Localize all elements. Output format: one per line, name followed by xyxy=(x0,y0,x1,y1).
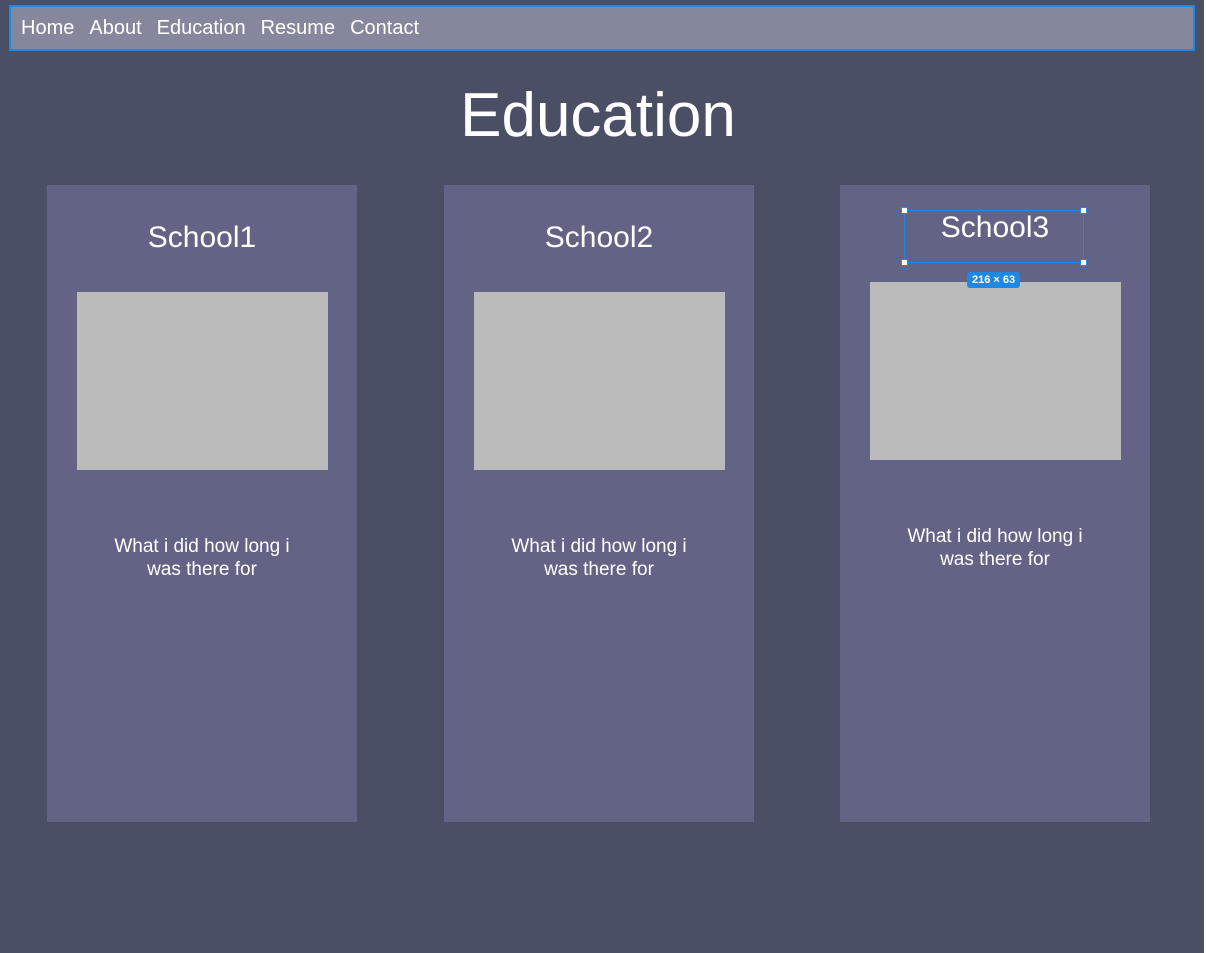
design-canvas: Home About Education Resume Contact Educ… xyxy=(0,0,1204,953)
page-title: Education xyxy=(460,81,736,150)
school-card-description: What i did how long i was there for xyxy=(907,526,1083,570)
school-card-description: What i did how long i was there for xyxy=(511,536,687,580)
nav-item-resume[interactable]: Resume xyxy=(261,18,335,38)
nav-item-about[interactable]: About xyxy=(89,18,141,38)
school-card-1[interactable]: School1 What i did how long i was there … xyxy=(47,185,357,822)
school-image-placeholder xyxy=(870,282,1121,460)
resize-handle-bottom-right[interactable] xyxy=(1080,259,1087,266)
size-badge: 216 × 63 xyxy=(967,272,1021,288)
resize-handle-bottom-left[interactable] xyxy=(901,259,908,266)
school-card-title: School1 xyxy=(147,221,257,254)
nav-bar[interactable]: Home About Education Resume Contact xyxy=(9,5,1195,51)
school-card-2[interactable]: School2 What i did how long i was there … xyxy=(444,185,754,822)
school-card-description: What i did how long i was there for xyxy=(114,536,290,580)
nav-item-contact[interactable]: Contact xyxy=(350,18,419,38)
nav-item-education[interactable]: Education xyxy=(157,18,246,38)
school-image-placeholder xyxy=(77,292,328,470)
school-card-title: School2 xyxy=(544,221,654,254)
nav-item-home[interactable]: Home xyxy=(21,18,74,38)
school-image-placeholder xyxy=(474,292,725,470)
resize-handle-top-left[interactable] xyxy=(901,207,908,214)
school-card-3[interactable]: School3 What i did how long i was there … xyxy=(840,185,1150,822)
selection-box[interactable] xyxy=(901,207,1087,266)
resize-handle-top-right[interactable] xyxy=(1080,207,1087,214)
